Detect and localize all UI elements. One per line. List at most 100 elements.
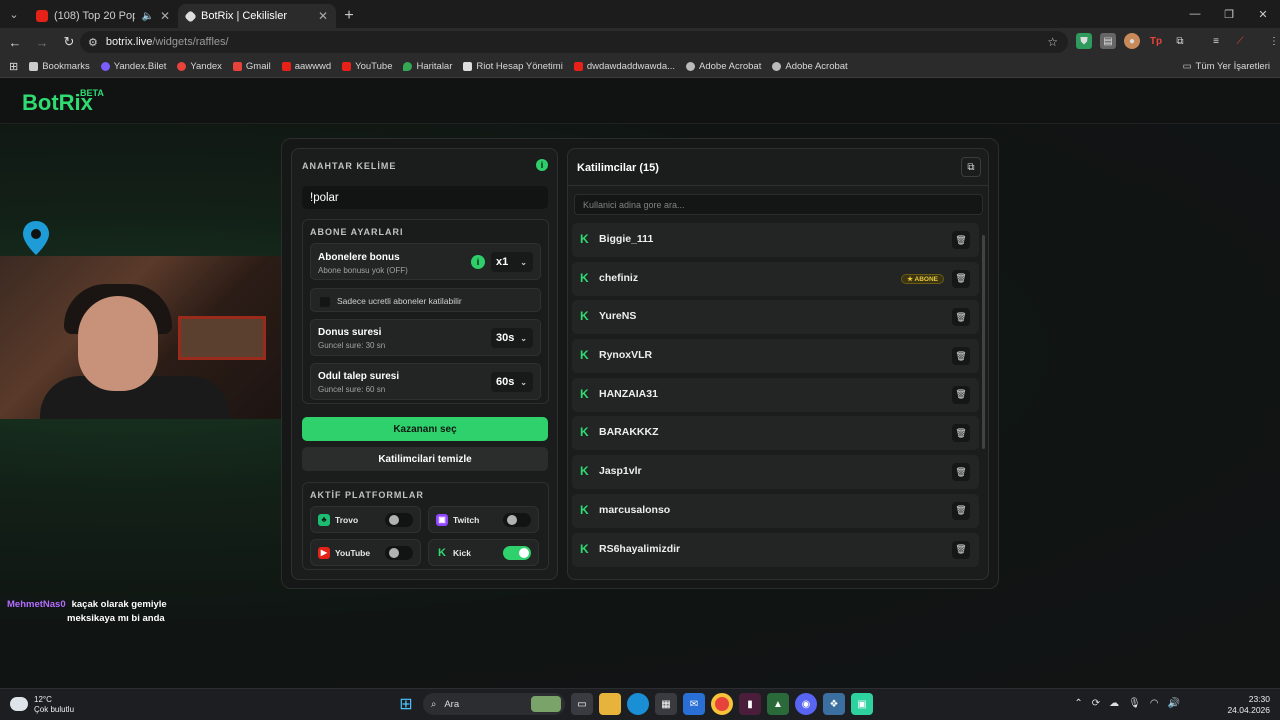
bookmark-item[interactable]: aawwwd <box>281 61 331 72</box>
tab-botrix[interactable]: BotRix | Cekilisler ✕ <box>178 4 336 28</box>
bookmark-item[interactable]: Riot Hesap Yönetimi <box>463 61 563 72</box>
participant-search-input[interactable]: Kullanici adina gore ara... <box>574 194 983 215</box>
trash-icon[interactable]: 🗑 <box>952 231 970 249</box>
kick-icon: K <box>438 546 446 559</box>
app-icon[interactable]: ▲ <box>767 693 789 715</box>
taskbar-clock[interactable]: 23:30 24.04.2026 <box>1227 694 1270 716</box>
trash-icon[interactable]: 🗑 <box>952 540 970 559</box>
profile-icon[interactable]: ⟋ <box>1232 33 1248 49</box>
new-tab-button[interactable]: + <box>336 4 362 28</box>
task-view-icon[interactable]: ▭ <box>571 693 593 715</box>
trovo-toggle[interactable] <box>385 513 413 527</box>
mail-icon[interactable]: ✉ <box>683 693 705 715</box>
app-icon[interactable]: ▮ <box>739 693 761 715</box>
webcam-overlay <box>0 256 289 419</box>
refresh-icon[interactable]: ⟳ <box>1092 698 1100 709</box>
bookmark-item[interactable]: YouTube <box>342 61 392 72</box>
keyword-input[interactable]: !polar <box>302 186 548 209</box>
trash-icon[interactable]: 🗑 <box>952 501 970 520</box>
copy-icon[interactable]: ⧉ <box>961 157 981 177</box>
close-icon[interactable]: ✕ <box>318 9 328 23</box>
participants-title: Katilimcilar (15) <box>577 162 659 174</box>
tp-extension-icon[interactable]: Tp <box>1148 33 1164 49</box>
bonus-subtitle: Abone bonusu yok (OFF) <box>318 266 408 275</box>
weather-widget[interactable]: 12°C Çok bulutlu <box>10 695 74 715</box>
duration-subtitle: Guncel sure: 30 sn <box>318 341 386 350</box>
bookmark-label: Haritalar <box>416 61 453 72</box>
puzzle-icon[interactable]: ⧉ <box>1172 33 1188 49</box>
apps-icon[interactable]: ⊞ <box>9 60 18 73</box>
pick-winner-button[interactable]: Kazananı seç <box>302 417 548 441</box>
trash-icon[interactable]: 🗑 <box>952 385 970 404</box>
wifi-icon[interactable]: ◠ <box>1150 698 1159 709</box>
address-bar[interactable]: ⚙ botrix.live /widgets/raffles/ ☆ <box>80 31 1068 53</box>
bookmark-item[interactable]: Yandex <box>177 61 222 72</box>
taskbar-search[interactable]: ⌕ Ara <box>423 693 565 715</box>
bookmark-item[interactable]: Gmail <box>232 61 271 72</box>
participant-name: YureNS <box>599 310 637 323</box>
info-icon[interactable]: i <box>536 159 548 171</box>
participant-scrollbar[interactable] <box>982 235 985 449</box>
close-window-icon[interactable]: ✕ <box>1246 0 1280 28</box>
microphone-icon[interactable]: 🎙 <box>1128 698 1141 709</box>
cloud-icon[interactable]: ☁ <box>1109 698 1119 709</box>
chevron-up-icon[interactable]: ⌃ <box>1074 698 1082 709</box>
claim-select[interactable]: 60s ⌄ <box>491 372 533 392</box>
trash-icon[interactable]: 🗑 <box>952 347 970 366</box>
botrix-logo[interactable]: BotRix BETA <box>22 88 104 116</box>
media-icon[interactable]: ≡ <box>1208 33 1224 49</box>
app-icon[interactable]: ❖ <box>823 693 845 715</box>
clear-participants-button[interactable]: Katilimcilari temizle <box>302 447 548 471</box>
reload-icon[interactable]: ↻ <box>57 30 81 54</box>
all-bookmarks[interactable]: ▭ Tüm Yer İşaretleri <box>1183 61 1270 72</box>
app-icon[interactable]: ▣ <box>851 693 873 715</box>
volume-icon[interactable]: 🔊 <box>1168 698 1180 709</box>
shield-extension-icon[interactable]: ⛊ <box>1076 33 1092 49</box>
file-explorer-icon[interactable] <box>599 693 621 715</box>
trash-icon[interactable]: 🗑 <box>952 269 970 288</box>
info-icon[interactable]: i <box>471 255 485 269</box>
bookmark-item[interactable]: Yandex.Bilet <box>100 61 166 72</box>
maximize-icon[interactable]: ❐ <box>1212 0 1246 28</box>
minimize-icon[interactable]: — <box>1178 0 1212 28</box>
bookmark-item[interactable]: Bookmarks <box>29 61 90 72</box>
url-path: /widgets/raffles/ <box>152 36 229 48</box>
paid-only-row[interactable]: Sadece ucretli aboneler katilabilir <box>310 288 541 312</box>
chat-username: MehmetNas0 <box>7 599 66 610</box>
speaker-icon[interactable]: 🔈 <box>141 11 153 22</box>
bookmark-item[interactable]: dwdawdaddwawda... <box>573 61 675 72</box>
extension-icon[interactable]: ▤ <box>1100 33 1116 49</box>
tab-youtube[interactable]: (108) Top 20 Pop Songs 202 🔈 ✕ <box>28 4 178 28</box>
active-platforms: AKTİF PLATFORMLAR ♣ Trovo ▣ Twitch ▶ You… <box>302 482 549 570</box>
yandex-icon <box>177 62 187 71</box>
back-icon[interactable]: ← <box>3 30 27 54</box>
chrome-icon[interactable] <box>711 693 733 715</box>
menu-icon[interactable]: ⋮ <box>1266 33 1280 49</box>
youtube-toggle[interactable] <box>385 546 413 560</box>
bookmark-item[interactable]: Haritalar <box>403 61 452 72</box>
discord-icon[interactable]: ◉ <box>795 693 817 715</box>
bookmark-item[interactable]: Adobe Acrobat <box>772 61 848 72</box>
system-tray: ⌃ ⟳ ☁ 🎙 ◠ 🔊 <box>1074 698 1180 709</box>
twitch-toggle[interactable] <box>503 513 531 527</box>
kick-toggle[interactable] <box>503 546 531 560</box>
duration-value: 30s <box>496 332 515 344</box>
platform-twitch: ▣ Twitch <box>428 506 539 533</box>
bookmark-star-icon[interactable]: ☆ <box>1047 35 1058 49</box>
windows-start-icon[interactable]: ⊞ <box>395 693 417 715</box>
forward-icon[interactable]: → <box>30 30 54 54</box>
bookmark-item[interactable]: Adobe Acrobat <box>686 61 761 72</box>
site-info-icon[interactable]: ⚙ <box>88 36 98 49</box>
trash-icon[interactable]: 🗑 <box>952 463 970 482</box>
trash-icon[interactable]: 🗑 <box>952 424 970 443</box>
store-icon[interactable]: ▦ <box>655 693 677 715</box>
trash-icon[interactable]: 🗑 <box>952 308 970 327</box>
tab-search-icon[interactable]: ⌄ <box>0 0 28 28</box>
extension-icon[interactable]: ● <box>1124 33 1140 49</box>
paid-only-checkbox[interactable] <box>320 297 330 307</box>
duration-select[interactable]: 30s ⌄ <box>491 328 533 348</box>
close-icon[interactable]: ✕ <box>160 9 170 23</box>
bonus-select[interactable]: x1 ⌄ <box>491 252 533 272</box>
toggle-knob <box>507 515 517 525</box>
edge-icon[interactable] <box>627 693 649 715</box>
